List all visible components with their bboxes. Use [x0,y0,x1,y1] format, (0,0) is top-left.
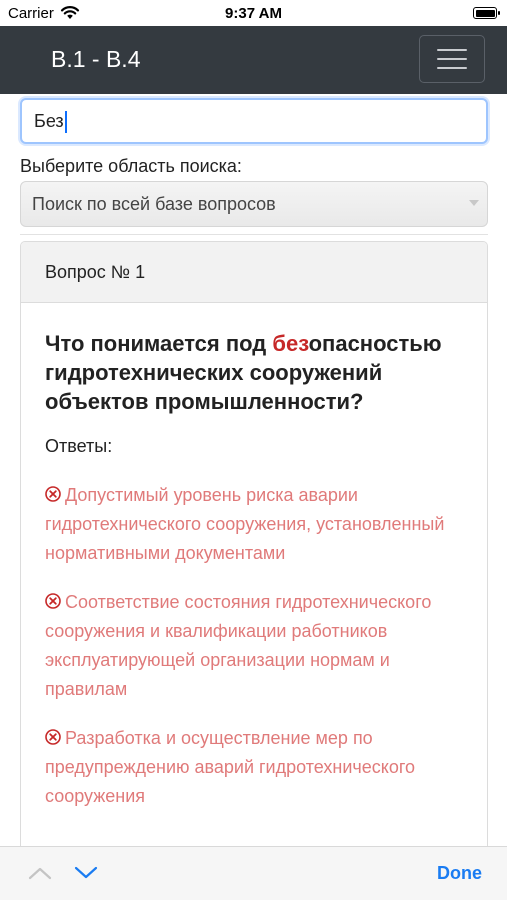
answer-item: Соответствие состояния гидротехнического… [45,588,463,704]
wrong-answer-icon [45,482,61,502]
dropdown-arrow-icon [469,200,479,206]
search-scope-label: Выберите область поиска: [20,156,242,176]
chevron-down-icon [74,866,98,879]
answer-item: Разработка и осуществление мер по предуп… [45,724,463,811]
answer-text: Допустимый уровень риска аварии гидротех… [45,485,445,563]
navbar: B.1 - B.4 [0,26,507,94]
wrong-answer-icon [45,725,61,745]
question-body: Что понимается под безопасностью гидроте… [21,303,487,811]
answer-text: Соответствие состояния гидротехнического… [45,592,432,699]
search-input[interactable]: Без [20,98,488,144]
done-button[interactable]: Done [437,863,482,884]
navbar-title[interactable]: B.1 - B.4 [51,46,140,73]
hamburger-icon-line [437,49,467,51]
previous-field-button[interactable] [28,865,52,886]
status-bar: Carrier 9:37 AM [0,0,507,26]
search-scope-selected: Поиск по всей базе вопросов [32,194,276,214]
answer-text: Разработка и осуществление мер по предуп… [45,728,416,806]
chevron-up-icon [28,867,52,880]
question-text-prefix: Что понимается под [45,331,273,356]
divider [20,234,488,235]
menu-toggle-button[interactable] [419,35,485,83]
search-scope-select[interactable]: Поиск по всей базе вопросов [20,181,488,227]
question-text: Что понимается под безопасностью гидроте… [45,329,463,416]
search-highlight: без [272,331,309,356]
wrong-answer-icon [45,589,61,609]
question-header: Вопрос № 1 [21,242,487,303]
question-card: Вопрос № 1 Что понимается под безопаснос… [20,241,488,881]
hamburger-icon-line [437,58,467,60]
hamburger-icon-line [437,67,467,69]
next-field-button[interactable] [74,865,98,886]
search-input-value: Без [34,111,64,131]
battery-icon [473,7,500,19]
keyboard-toolbar: Done [0,846,507,900]
answers-label: Ответы: [45,436,113,456]
text-caret [64,111,67,134]
answer-item: Допустимый уровень риска аварии гидротех… [45,481,463,568]
status-time: 9:37 AM [225,5,282,22]
